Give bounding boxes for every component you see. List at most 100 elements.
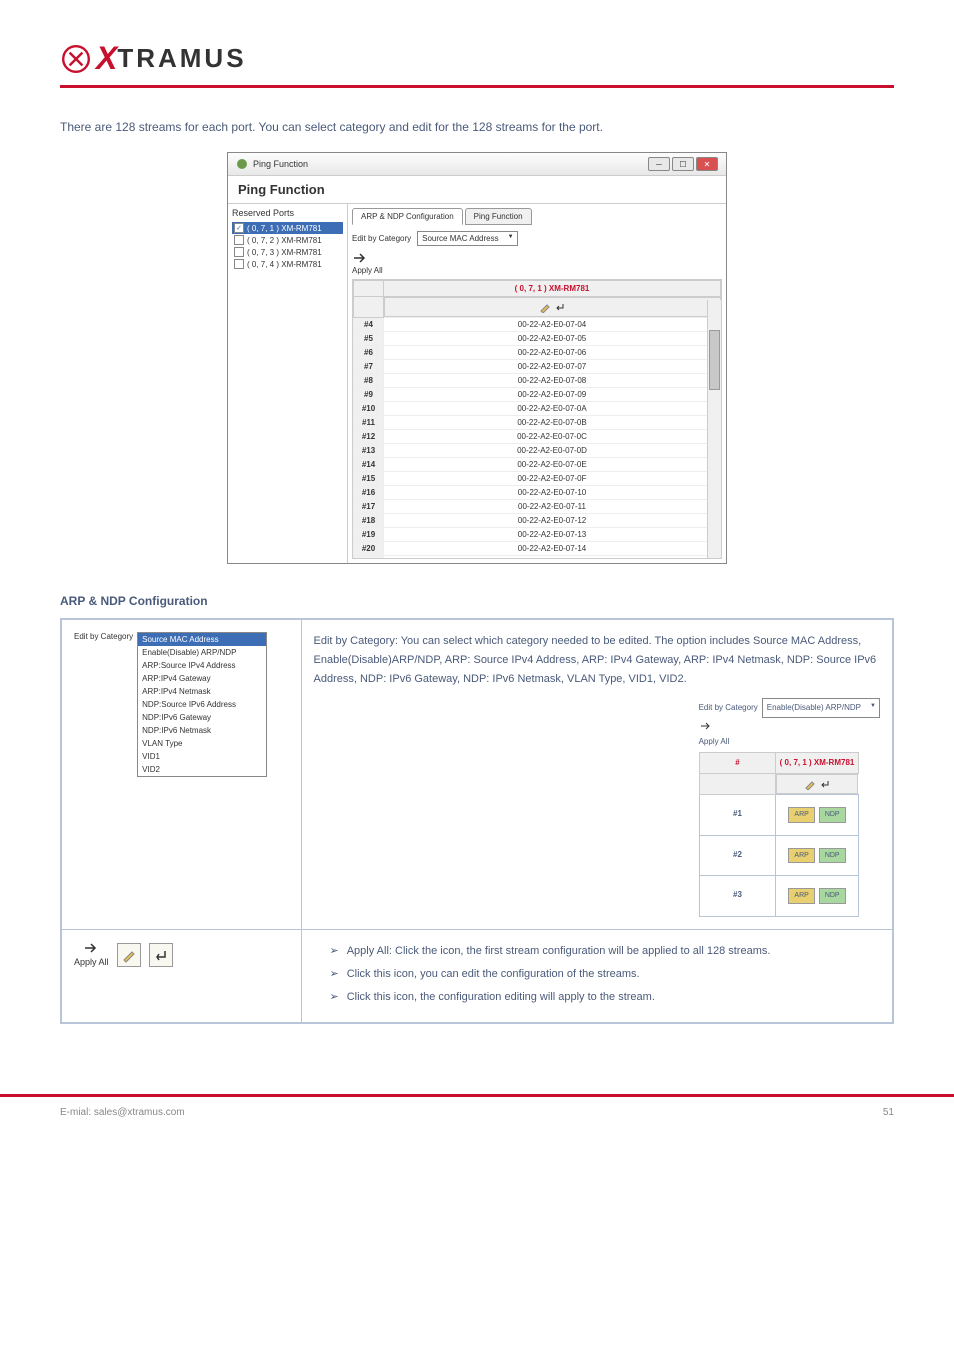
row-mac[interactable]: 00-22-A2-E0-07-09: [384, 388, 721, 402]
port-item[interactable]: ( 0, 7, 2 ) XM-RM781: [232, 234, 343, 246]
apply-button-icon[interactable]: [149, 943, 173, 967]
arp-toggle[interactable]: ARP: [788, 807, 814, 823]
row-mac[interactable]: 00-22-A2-E0-07-11: [384, 500, 721, 514]
dropdown-option[interactable]: VID2: [138, 763, 266, 776]
close-button[interactable]: ✕: [696, 157, 718, 171]
row-mac[interactable]: 00-22-A2-E0-07-15: [384, 556, 721, 560]
row-index: #6: [354, 346, 384, 360]
category-dropdown-right[interactable]: Enable(Disable) ARP/NDP: [762, 698, 880, 718]
pencil-icon[interactable]: [804, 778, 816, 790]
snippet-header: ( 0, 7, 1 ) XM-RM781: [776, 753, 858, 774]
table-row: #600-22-A2-E0-07-06: [354, 346, 721, 360]
dropdown-option[interactable]: ARP:Source IPv4 Address: [138, 659, 266, 672]
description-table: Edit by Category Source MAC AddressEnabl…: [60, 618, 894, 1024]
dropdown-option[interactable]: ARP:IPv4 Netmask: [138, 685, 266, 698]
window-icon: [236, 158, 248, 170]
apply-all-label-right: Apply All: [699, 735, 880, 749]
row-mac[interactable]: 00-22-A2-E0-07-07: [384, 360, 721, 374]
category-dropdown[interactable]: Source MAC Address: [417, 231, 517, 246]
table-row: #1100-22-A2-E0-07-0B: [354, 416, 721, 430]
row-index: #19: [354, 528, 384, 542]
minimize-button[interactable]: ─: [648, 157, 670, 171]
row-index: #8: [354, 374, 384, 388]
dropdown-option[interactable]: Enable(Disable) ARP/NDP: [138, 646, 266, 659]
row-mac[interactable]: 00-22-A2-E0-07-0B: [384, 416, 721, 430]
logo-text: TRAMUS: [117, 43, 246, 74]
row-mac[interactable]: 00-22-A2-E0-07-12: [384, 514, 721, 528]
stream-table-wrap: ( 0, 7, 1 ) XM-RM781 #400-22-A2-E0-07-04…: [352, 279, 722, 559]
dropdown-option[interactable]: NDP:IPv6 Gateway: [138, 711, 266, 724]
table-row: #1300-22-A2-E0-07-0D: [354, 444, 721, 458]
enter-icon[interactable]: [819, 778, 831, 790]
row-mac[interactable]: 00-22-A2-E0-07-04: [384, 318, 721, 332]
row-index: #9: [354, 388, 384, 402]
apply-all-icon[interactable]: [352, 252, 368, 264]
row-mac[interactable]: 00-22-A2-E0-07-06: [384, 346, 721, 360]
apply-all-label-cell: Apply All: [74, 957, 109, 967]
snippet-row-index: #2: [699, 835, 776, 876]
row-mac[interactable]: 00-22-A2-E0-07-05: [384, 332, 721, 346]
table-row: #1900-22-A2-E0-07-13: [354, 528, 721, 542]
reserved-ports-panel: Reserved Ports ✓( 0, 7, 1 ) XM-RM781( 0,…: [228, 204, 348, 563]
row-mac[interactable]: 00-22-A2-E0-07-0A: [384, 402, 721, 416]
edit-button-icon[interactable]: [117, 943, 141, 967]
table-row: #1800-22-A2-E0-07-12: [354, 514, 721, 528]
edit-label-right: Edit by Category: [699, 701, 758, 715]
ping-function-window: Ping Function ─ ☐ ✕ Ping Function Reserv…: [227, 152, 727, 564]
table-row: #2000-22-A2-E0-07-14: [354, 542, 721, 556]
row-mac[interactable]: 00-22-A2-E0-07-0E: [384, 458, 721, 472]
maximize-button[interactable]: ☐: [672, 157, 694, 171]
dropdown-option[interactable]: NDP:Source IPv6 Address: [138, 698, 266, 711]
logo-x: X: [96, 40, 117, 77]
ndp-toggle[interactable]: NDP: [819, 888, 846, 904]
pencil-icon[interactable]: [539, 301, 551, 313]
row-mac[interactable]: 00-22-A2-E0-07-14: [384, 542, 721, 556]
scrollbar[interactable]: [707, 300, 721, 558]
table-row: #500-22-A2-E0-07-05: [354, 332, 721, 346]
port-checkbox[interactable]: [234, 259, 244, 269]
tab[interactable]: Ping Function: [465, 208, 532, 225]
table-row: #800-22-A2-E0-07-08: [354, 374, 721, 388]
edit-category-description: Edit by Category: You can select which c…: [314, 632, 881, 688]
window-title: Ping Function: [253, 159, 308, 169]
apply-all-icon-cell[interactable]: [83, 942, 99, 954]
port-item[interactable]: ✓( 0, 7, 1 ) XM-RM781: [232, 222, 343, 234]
tab[interactable]: ARP & NDP Configuration: [352, 208, 463, 225]
row-mac[interactable]: 00-22-A2-E0-07-0C: [384, 430, 721, 444]
port-checkbox[interactable]: [234, 235, 244, 245]
row-index: #11: [354, 416, 384, 430]
brand-logo: X TRAMUS: [60, 40, 894, 77]
port-checkbox[interactable]: [234, 247, 244, 257]
bullet-edit: Click this icon, you can edit the config…: [347, 965, 640, 984]
port-checkbox[interactable]: ✓: [234, 223, 244, 233]
row-index: #20: [354, 542, 384, 556]
port-label: ( 0, 7, 2 ) XM-RM781: [247, 236, 322, 245]
port-item[interactable]: ( 0, 7, 4 ) XM-RM781: [232, 258, 343, 270]
table-row: #2100-22-A2-E0-07-15: [354, 556, 721, 560]
snippet-row: #3ARPNDP: [699, 876, 858, 917]
category-dropdown-expanded[interactable]: Source MAC AddressEnable(Disable) ARP/ND…: [137, 632, 267, 777]
ndp-toggle[interactable]: NDP: [819, 807, 846, 823]
row-mac[interactable]: 00-22-A2-E0-07-10: [384, 486, 721, 500]
port-item[interactable]: ( 0, 7, 3 ) XM-RM781: [232, 246, 343, 258]
row-mac[interactable]: 00-22-A2-E0-07-13: [384, 528, 721, 542]
dropdown-option[interactable]: Source MAC Address: [138, 633, 266, 646]
bullet-apply-all: Apply All: Click the icon, the first str…: [347, 942, 771, 961]
dropdown-option[interactable]: VID1: [138, 750, 266, 763]
enter-icon[interactable]: [554, 301, 566, 313]
row-mac[interactable]: 00-22-A2-E0-07-08: [384, 374, 721, 388]
row-mac[interactable]: 00-22-A2-E0-07-0D: [384, 444, 721, 458]
scroll-thumb[interactable]: [709, 330, 720, 390]
arp-toggle[interactable]: ARP: [788, 848, 814, 864]
dropdown-option[interactable]: ARP:IPv4 Gateway: [138, 672, 266, 685]
arp-toggle[interactable]: ARP: [788, 888, 814, 904]
row-mac[interactable]: 00-22-A2-E0-07-0F: [384, 472, 721, 486]
row-index: #12: [354, 430, 384, 444]
row-index: #14: [354, 458, 384, 472]
dropdown-option[interactable]: NDP:IPv6 Netmask: [138, 724, 266, 737]
apply-all-icon-small[interactable]: [699, 721, 713, 731]
edit-icons-header: [384, 297, 721, 317]
dropdown-option[interactable]: VLAN Type: [138, 737, 266, 750]
ndp-toggle[interactable]: NDP: [819, 848, 846, 864]
window-header: Ping Function: [228, 176, 726, 204]
